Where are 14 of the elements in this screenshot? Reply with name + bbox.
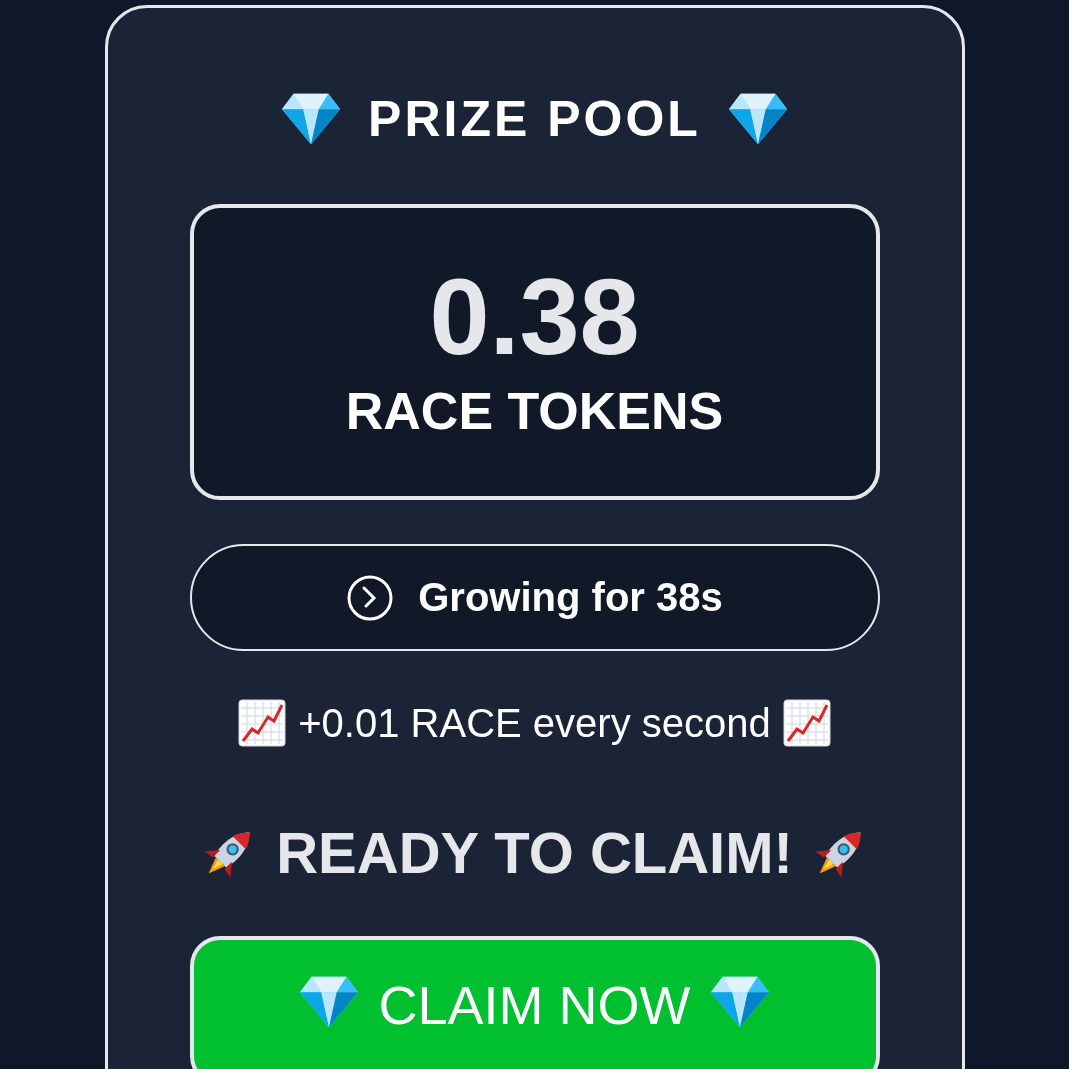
diamond-icon [280,91,343,147]
prize-unit: RACE TOKENS [345,381,724,441]
chart-icon [782,699,831,747]
timer-text: Growing for 38s [418,575,723,620]
diamond-icon [726,91,789,147]
clock-icon [346,573,395,622]
card-title: PRIZE POOL [368,90,701,148]
claim-button[interactable]: CLAIM NOW [189,936,880,1069]
status-text: READY TO CLAIM! [276,819,793,886]
chart-icon [238,699,287,747]
diamond-icon [298,974,361,1030]
prize-amount: 0.38 [429,263,640,371]
diamond-icon [708,974,771,1030]
rate-text: +0.01 RACE every second [298,700,771,746]
